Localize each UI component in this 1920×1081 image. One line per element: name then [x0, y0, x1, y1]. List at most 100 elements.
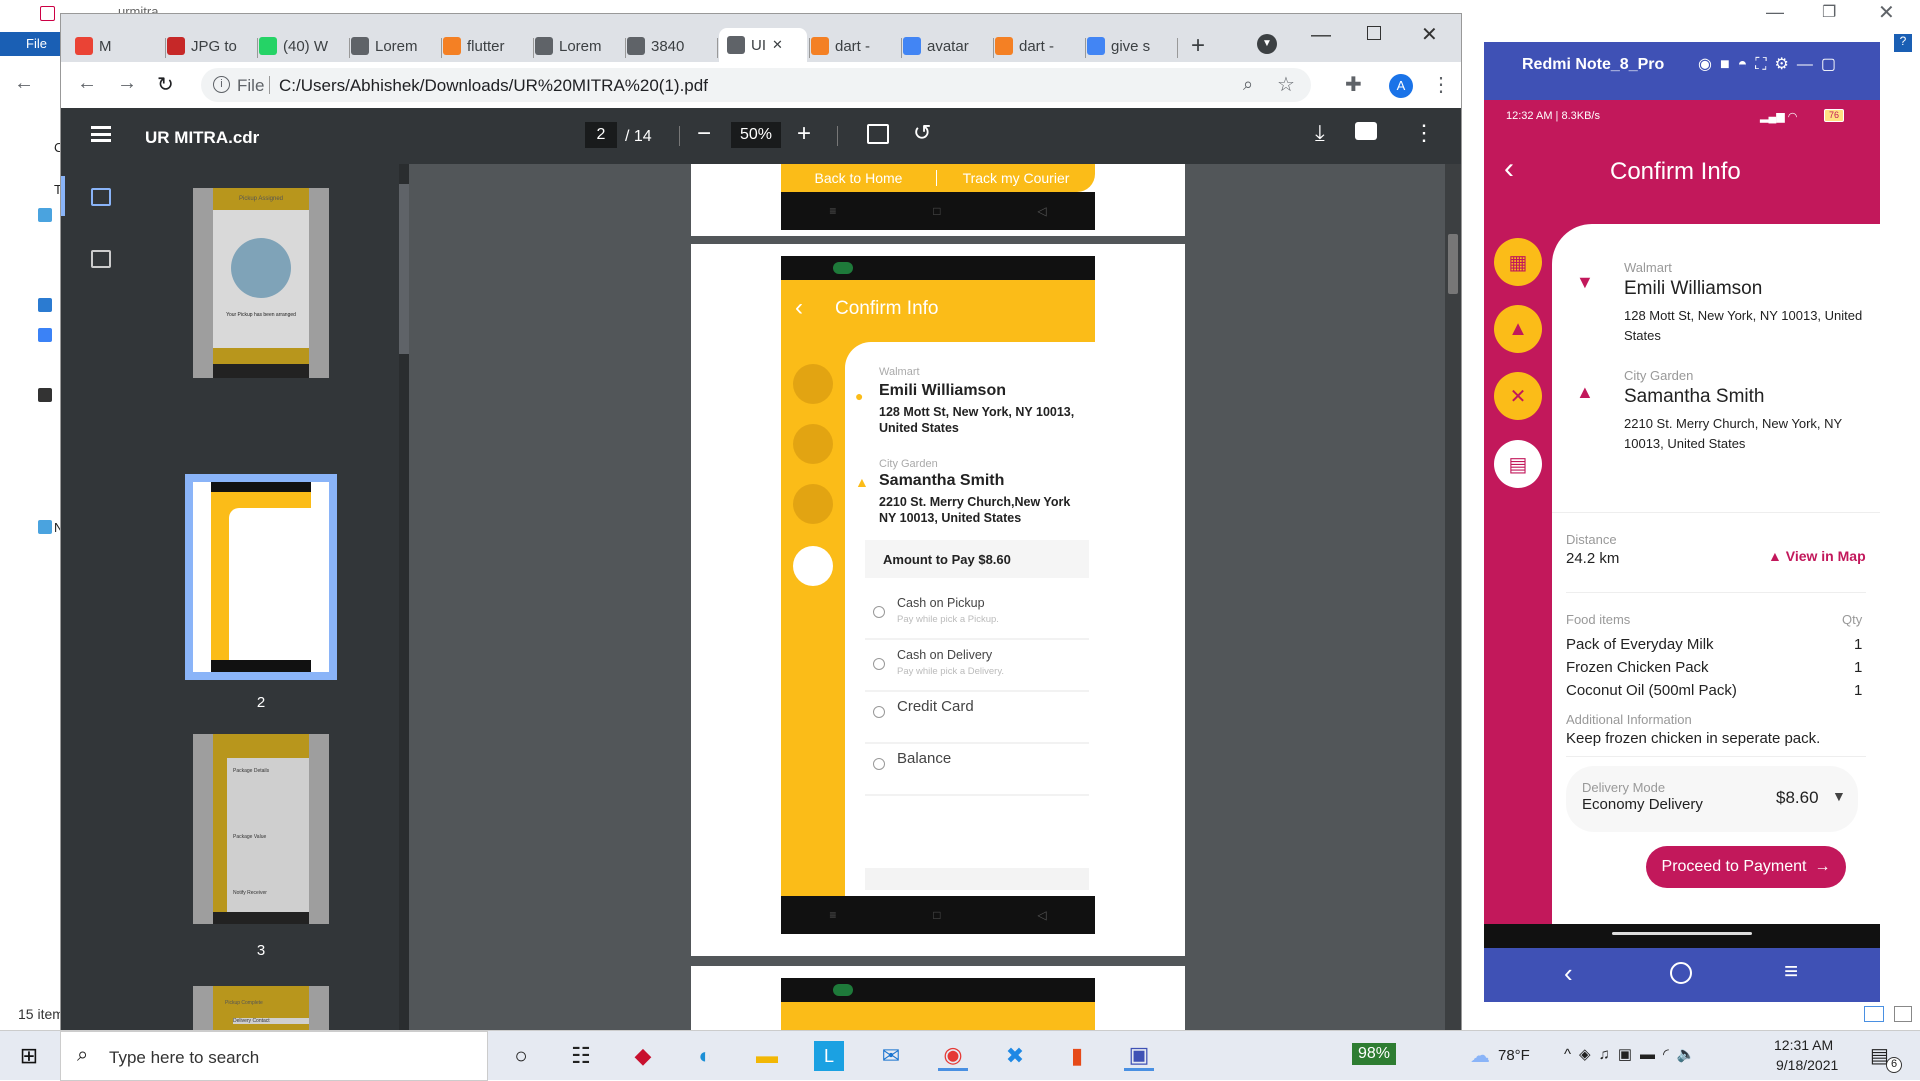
zoom-icon[interactable]: ⌕	[1243, 74, 1253, 95]
back-arrow-icon[interactable]: ←	[77, 72, 97, 95]
explorer-restore-icon[interactable]: ❐	[1822, 2, 1836, 22]
proceed-to-payment-button[interactable]: Proceed to Payment →	[1646, 846, 1846, 888]
battery-percent[interactable]: 98%	[1352, 1043, 1397, 1065]
page-thumbnail-1[interactable]: Pickup Assigned Your Pickup has been arr…	[193, 188, 329, 378]
download-icon[interactable]	[38, 298, 52, 312]
tab-separator	[257, 38, 258, 58]
phone-back-icon[interactable]: ‹	[1504, 152, 1514, 186]
folder-icon[interactable]	[38, 208, 52, 222]
clipboard-icon[interactable]: ▤	[1494, 440, 1542, 488]
mcafee-icon[interactable]: ◆	[628, 1041, 658, 1071]
page-thumbnail-4[interactable]: Pickup Complete Delivery Contact	[193, 986, 329, 1030]
phone-status-icons: ▂▄▆ ◠	[1760, 111, 1798, 123]
tab-4[interactable]: Lorem	[351, 30, 439, 62]
tab-search-icon[interactable]: ▼	[1257, 34, 1277, 54]
explorer-tiles-view-icon[interactable]	[1894, 1006, 1912, 1022]
weather-temp[interactable]: 78°F	[1498, 1047, 1530, 1064]
phone-home-nav-icon[interactable]	[1670, 962, 1692, 984]
chrome-icon[interactable]: ◉	[938, 1041, 968, 1071]
sidebar-scrollbar[interactable]	[399, 164, 409, 1030]
explorer-file-tab[interactable]: File	[0, 32, 62, 56]
reload-icon[interactable]: ↻	[157, 72, 174, 97]
network-icon[interactable]	[38, 520, 52, 534]
tab-close-icon[interactable]: ✕	[772, 37, 783, 53]
bookmark-star-icon[interactable]: ☆	[1277, 72, 1295, 97]
chrome-maximize-icon[interactable]	[1367, 26, 1381, 40]
new-tab-button[interactable]: +	[1191, 32, 1205, 60]
explorer-checkbox-icon[interactable]	[40, 6, 55, 21]
office-icon[interactable]: ▮	[1062, 1041, 1092, 1071]
page2-back-icon: ‹	[795, 294, 803, 321]
chrome-minimize-icon[interactable]: —	[1311, 24, 1331, 47]
chrome-close-icon[interactable]: ✕	[1421, 22, 1438, 47]
scrcpy-icon[interactable]: ▣	[1124, 1041, 1154, 1071]
extensions-puzzle-icon[interactable]: ✚	[1345, 72, 1362, 97]
task-view-icon[interactable]: ○	[506, 1041, 536, 1071]
explorer-details-view-icon[interactable]	[1864, 1006, 1884, 1022]
pdf-zoom-value[interactable]: 50%	[731, 122, 781, 148]
music-icon[interactable]	[38, 328, 52, 342]
zoom-in-icon[interactable]: +	[797, 120, 811, 148]
payment-option-label: Credit Card	[897, 698, 974, 715]
chrome-menu-icon[interactable]: ⋮	[1431, 72, 1451, 97]
address-bar[interactable]: i File C:/Users/Abhishek/Downloads/UR%20…	[201, 68, 1311, 102]
pdf-menu-icon[interactable]	[91, 126, 111, 142]
view-in-map-label: View in Map	[1785, 548, 1866, 564]
delivery-mode-selector[interactable]: Delivery Mode Economy Delivery $8.60 ▼	[1566, 766, 1858, 832]
tray-icons[interactable]: ^◈♫▣▬◜🔈	[1564, 1045, 1703, 1063]
tab-5[interactable]: flutter	[443, 30, 531, 62]
windows-start-icon[interactable]: ⊞	[14, 1041, 44, 1071]
thumb-3-label2: Package Value	[233, 834, 267, 840]
clock-date[interactable]: 9/18/2021	[1776, 1057, 1838, 1073]
tab-7[interactable]: 3840	[627, 30, 715, 62]
viewer-scrollbar[interactable]	[1445, 164, 1461, 1030]
page-thumbnail-3[interactable]: Package Details Package Value Notify Rec…	[193, 734, 329, 924]
print-icon[interactable]	[1355, 122, 1377, 140]
taskbar-search-box[interactable]: ⌕ Type here to search	[60, 1031, 488, 1081]
tab-9[interactable]: dart -	[811, 30, 899, 62]
timeline-icon[interactable]: ☷	[566, 1041, 596, 1071]
tab-12[interactable]: give s	[1087, 30, 1175, 62]
tab-3[interactable]: (40) W	[259, 30, 347, 62]
clock-time[interactable]: 12:31 AM	[1774, 1037, 1833, 1053]
fit-page-icon[interactable]	[867, 124, 889, 144]
tab-separator	[901, 38, 902, 58]
phone-back-nav-icon[interactable]: ‹	[1564, 958, 1573, 989]
zoom-out-icon[interactable]: −	[697, 120, 711, 148]
view-in-map-link[interactable]: ▲ View in Map	[1768, 548, 1866, 564]
tab-8[interactable]: UI ✕	[719, 28, 807, 62]
explorer-close-icon[interactable]: ✕	[1878, 0, 1895, 25]
vscode-icon[interactable]: ✖	[1000, 1041, 1030, 1071]
file-explorer-icon[interactable]: ▬	[752, 1041, 782, 1071]
stackoverflow-icon	[995, 37, 1013, 55]
tab-11[interactable]: dart -	[995, 30, 1083, 62]
info-icon[interactable]: i	[213, 76, 230, 93]
pdf-page-input[interactable]: 2	[585, 122, 617, 148]
outline-icon[interactable]	[91, 250, 111, 268]
edge-icon[interactable]: ◐	[690, 1041, 720, 1071]
pdf-more-icon[interactable]: ⋮	[1413, 120, 1435, 146]
forward-arrow-icon[interactable]: →	[117, 72, 137, 95]
rotate-icon[interactable]: ↺	[913, 120, 931, 146]
tab-2[interactable]: JPG to	[167, 30, 255, 62]
store-icon[interactable]: ▦	[1494, 238, 1542, 286]
thumbnails-icon[interactable]	[91, 188, 111, 206]
delivery-mode-value: Economy Delivery	[1582, 796, 1703, 813]
phone-menu-nav-icon[interactable]: ≡	[1784, 958, 1798, 986]
phone-toolbar-icons[interactable]: ◉■◓⛶⚙—▢	[1698, 54, 1844, 74]
page-thumbnail-2-selected[interactable]	[185, 474, 337, 680]
explorer-minimize-icon[interactable]: —	[1766, 2, 1784, 23]
download-icon[interactable]: ⤓	[1315, 120, 1325, 146]
explorer-back-icon[interactable]: ←	[14, 72, 34, 95]
profile-avatar[interactable]: A	[1389, 74, 1413, 98]
tab-10[interactable]: avatar	[903, 30, 991, 62]
tab-6[interactable]: Lorem	[535, 30, 623, 62]
app-l-icon[interactable]: L	[814, 1041, 844, 1071]
tab-1[interactable]: M	[75, 30, 163, 62]
url-text[interactable]: C:/Users/Abhishek/Downloads/UR%20MITRA%2…	[279, 76, 708, 96]
explorer-help-icon[interactable]: ?	[1894, 34, 1912, 52]
navigation-icon[interactable]: ▲	[1494, 305, 1542, 353]
restaurant-icon[interactable]: ✕	[1494, 372, 1542, 420]
video-icon[interactable]	[38, 388, 52, 402]
mail-icon[interactable]: ✉	[876, 1041, 906, 1071]
